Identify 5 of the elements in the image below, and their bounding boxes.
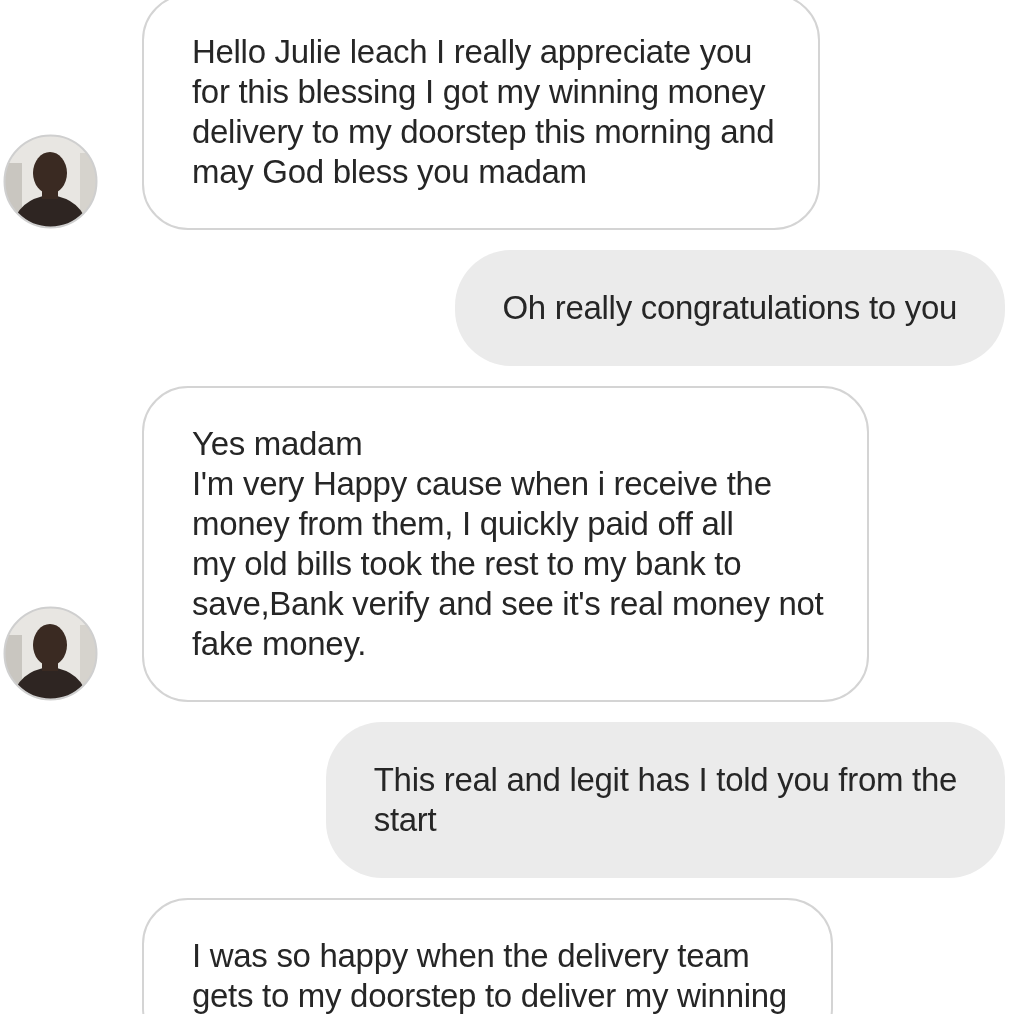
message-text: Yes madam I'm very Happy cause when i receive the money from them, I quickly paid off all my old bills took the rest to my bank to save,Bank verify and see it's real money not fake money. [192, 424, 824, 664]
message-text: Oh really congratulations to you [502, 288, 957, 328]
message-text: This real and legit has I told you from the start [373, 760, 957, 840]
message-text: I was so happy when the delivery team gets to my doorstep to deliver my winning [192, 936, 787, 1014]
message-text: Hello Julie leach I really appreciate you for this blessing I got my winning money delivery to my doorstep this morning and may God bless you madam [192, 32, 775, 192]
